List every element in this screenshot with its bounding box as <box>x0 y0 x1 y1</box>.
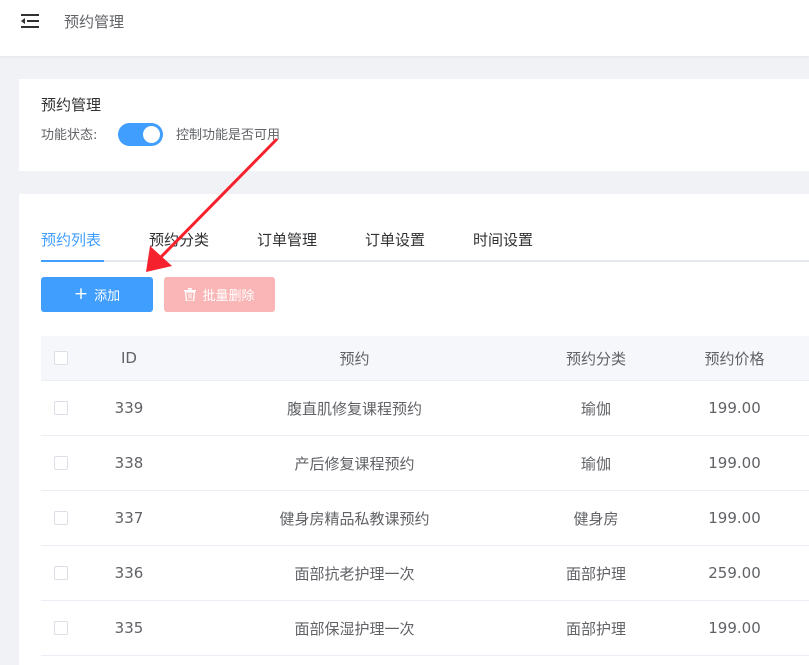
tabs-bar: 预约列表 预约分类 订单管理 订单设置 时间设置 <box>41 228 809 262</box>
section-title: 预约管理 <box>41 96 102 114</box>
table-row: 338 产后修复课程预约 瑜伽 199.00 <box>41 436 809 491</box>
header-id: ID <box>121 349 137 367</box>
row-checkbox-cell <box>41 491 81 545</box>
row-price: 199.00 <box>708 454 761 472</box>
header-checkbox-cell <box>41 336 81 380</box>
table-row: 336 面部抗老护理一次 面部护理 259.00 <box>41 546 809 601</box>
list-card: 预约列表 预约分类 订单管理 订单设置 时间设置 + 添加 批量删除 ID 预约… <box>19 194 809 665</box>
row-price: 199.00 <box>708 399 761 417</box>
row-name: 面部保湿护理一次 <box>294 619 415 638</box>
top-navbar: 预约管理 <box>0 0 809 56</box>
feature-toggle-switch[interactable] <box>118 123 163 146</box>
table-row: 337 健身房精品私教课预约 健身房 199.00 <box>41 491 809 546</box>
row-category: 面部护理 <box>565 564 626 583</box>
row-name: 面部抗老护理一次 <box>294 564 415 583</box>
add-button[interactable]: + 添加 <box>41 277 153 312</box>
row-checkbox-cell <box>41 436 81 490</box>
row-checkbox-cell <box>41 601 81 655</box>
row-checkbox-cell <box>41 546 81 600</box>
row-checkbox[interactable] <box>54 621 68 635</box>
row-checkbox[interactable] <box>54 456 68 470</box>
table-row: 335 面部保湿护理一次 面部护理 199.00 <box>41 601 809 656</box>
table-row: 339 腹直肌修复课程预约 瑜伽 199.00 <box>41 381 809 436</box>
row-id: 338 <box>114 454 144 472</box>
row-id: 337 <box>114 509 144 527</box>
header-name: 预约 <box>339 349 370 368</box>
tab-order-settings[interactable]: 订单设置 <box>365 228 425 252</box>
status-label: 功能状态: <box>41 128 98 143</box>
trash-icon <box>184 288 197 301</box>
row-category: 瑜伽 <box>580 454 611 473</box>
add-button-label: 添加 <box>94 289 121 304</box>
tab-reservation-category[interactable]: 预约分类 <box>149 228 209 252</box>
row-name: 腹直肌修复课程预约 <box>286 399 422 418</box>
tabs-divider <box>41 260 809 262</box>
tab-time-settings[interactable]: 时间设置 <box>473 228 533 252</box>
batch-delete-label: 批量删除 <box>202 289 255 304</box>
row-price: 199.00 <box>708 509 761 527</box>
tab-reservation-list[interactable]: 预约列表 <box>41 228 101 252</box>
reservation-table: ID 预约 预约分类 预约价格 339 腹直肌修复课程预约 瑜伽 199.00 … <box>41 336 809 656</box>
row-name: 产后修复课程预约 <box>294 454 415 473</box>
status-description: 控制功能是否可用 <box>176 128 281 143</box>
tab-order-management[interactable]: 订单管理 <box>257 228 317 252</box>
header-price: 预约价格 <box>704 349 765 368</box>
row-checkbox-cell <box>41 381 81 435</box>
header-category: 预约分类 <box>565 349 626 368</box>
row-category: 瑜伽 <box>580 399 611 418</box>
table-header: ID 预约 预约分类 预约价格 <box>41 336 809 381</box>
batch-delete-button[interactable]: 批量删除 <box>164 277 275 312</box>
switch-knob <box>143 126 160 143</box>
row-category: 面部护理 <box>565 619 626 638</box>
row-price: 199.00 <box>708 619 761 637</box>
breadcrumb-title: 预约管理 <box>64 13 125 31</box>
active-tab-indicator <box>41 260 104 262</box>
row-id: 336 <box>114 564 144 582</box>
row-price: 259.00 <box>708 564 761 582</box>
feature-settings-card: 预约管理 功能状态: 控制功能是否可用 <box>19 79 809 171</box>
plus-icon: + <box>73 284 89 304</box>
row-id: 339 <box>114 399 144 417</box>
select-all-checkbox[interactable] <box>54 351 68 365</box>
row-id: 335 <box>114 619 144 637</box>
row-checkbox[interactable] <box>54 566 68 580</box>
row-checkbox[interactable] <box>54 401 68 415</box>
menu-fold-icon[interactable] <box>21 13 39 29</box>
row-category: 健身房 <box>573 509 619 528</box>
row-name: 健身房精品私教课预约 <box>279 509 430 528</box>
row-checkbox[interactable] <box>54 511 68 525</box>
